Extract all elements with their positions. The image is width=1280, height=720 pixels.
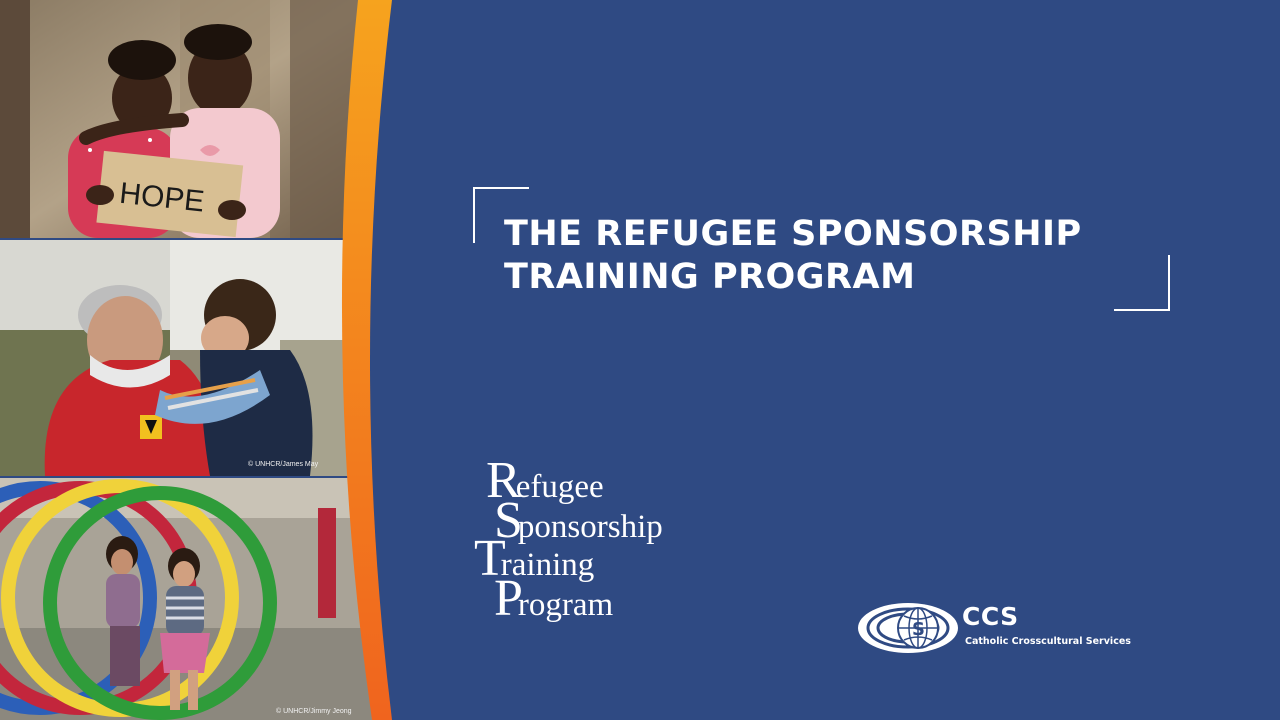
ccs-logo: S CCS Catholic Crosscultural Services xyxy=(856,600,1156,656)
rstp-word: rogram xyxy=(517,587,614,623)
photo-father-son-hug: © UNHCR/James May xyxy=(0,240,372,476)
slide-title: THE REFUGEE SPONSORSHIP TRAINING PROGRAM xyxy=(504,213,1194,299)
ccs-abbreviation: CCS xyxy=(962,602,1019,631)
title-line-2: TRAINING PROGRAM xyxy=(504,257,916,297)
photo-credit: © UNHCR/James May xyxy=(248,461,319,468)
photo-girls-hope-sign: HOPE xyxy=(0,0,372,238)
title-line-1: THE REFUGEE SPONSORSHIP xyxy=(504,214,1082,254)
svg-text:S: S xyxy=(912,619,925,640)
globe-c-emblem-icon: S xyxy=(858,603,958,653)
photo-credit: © UNHCR/Jimmy Jeong xyxy=(276,708,352,715)
ccs-organization-name: Catholic Crosscultural Services xyxy=(965,636,1131,647)
rstp-wordmark-logo: Refugee Sponsorship Training Program xyxy=(474,455,663,628)
photo-children-playground-rings: © UNHCR/Jimmy Jeong xyxy=(0,478,372,720)
